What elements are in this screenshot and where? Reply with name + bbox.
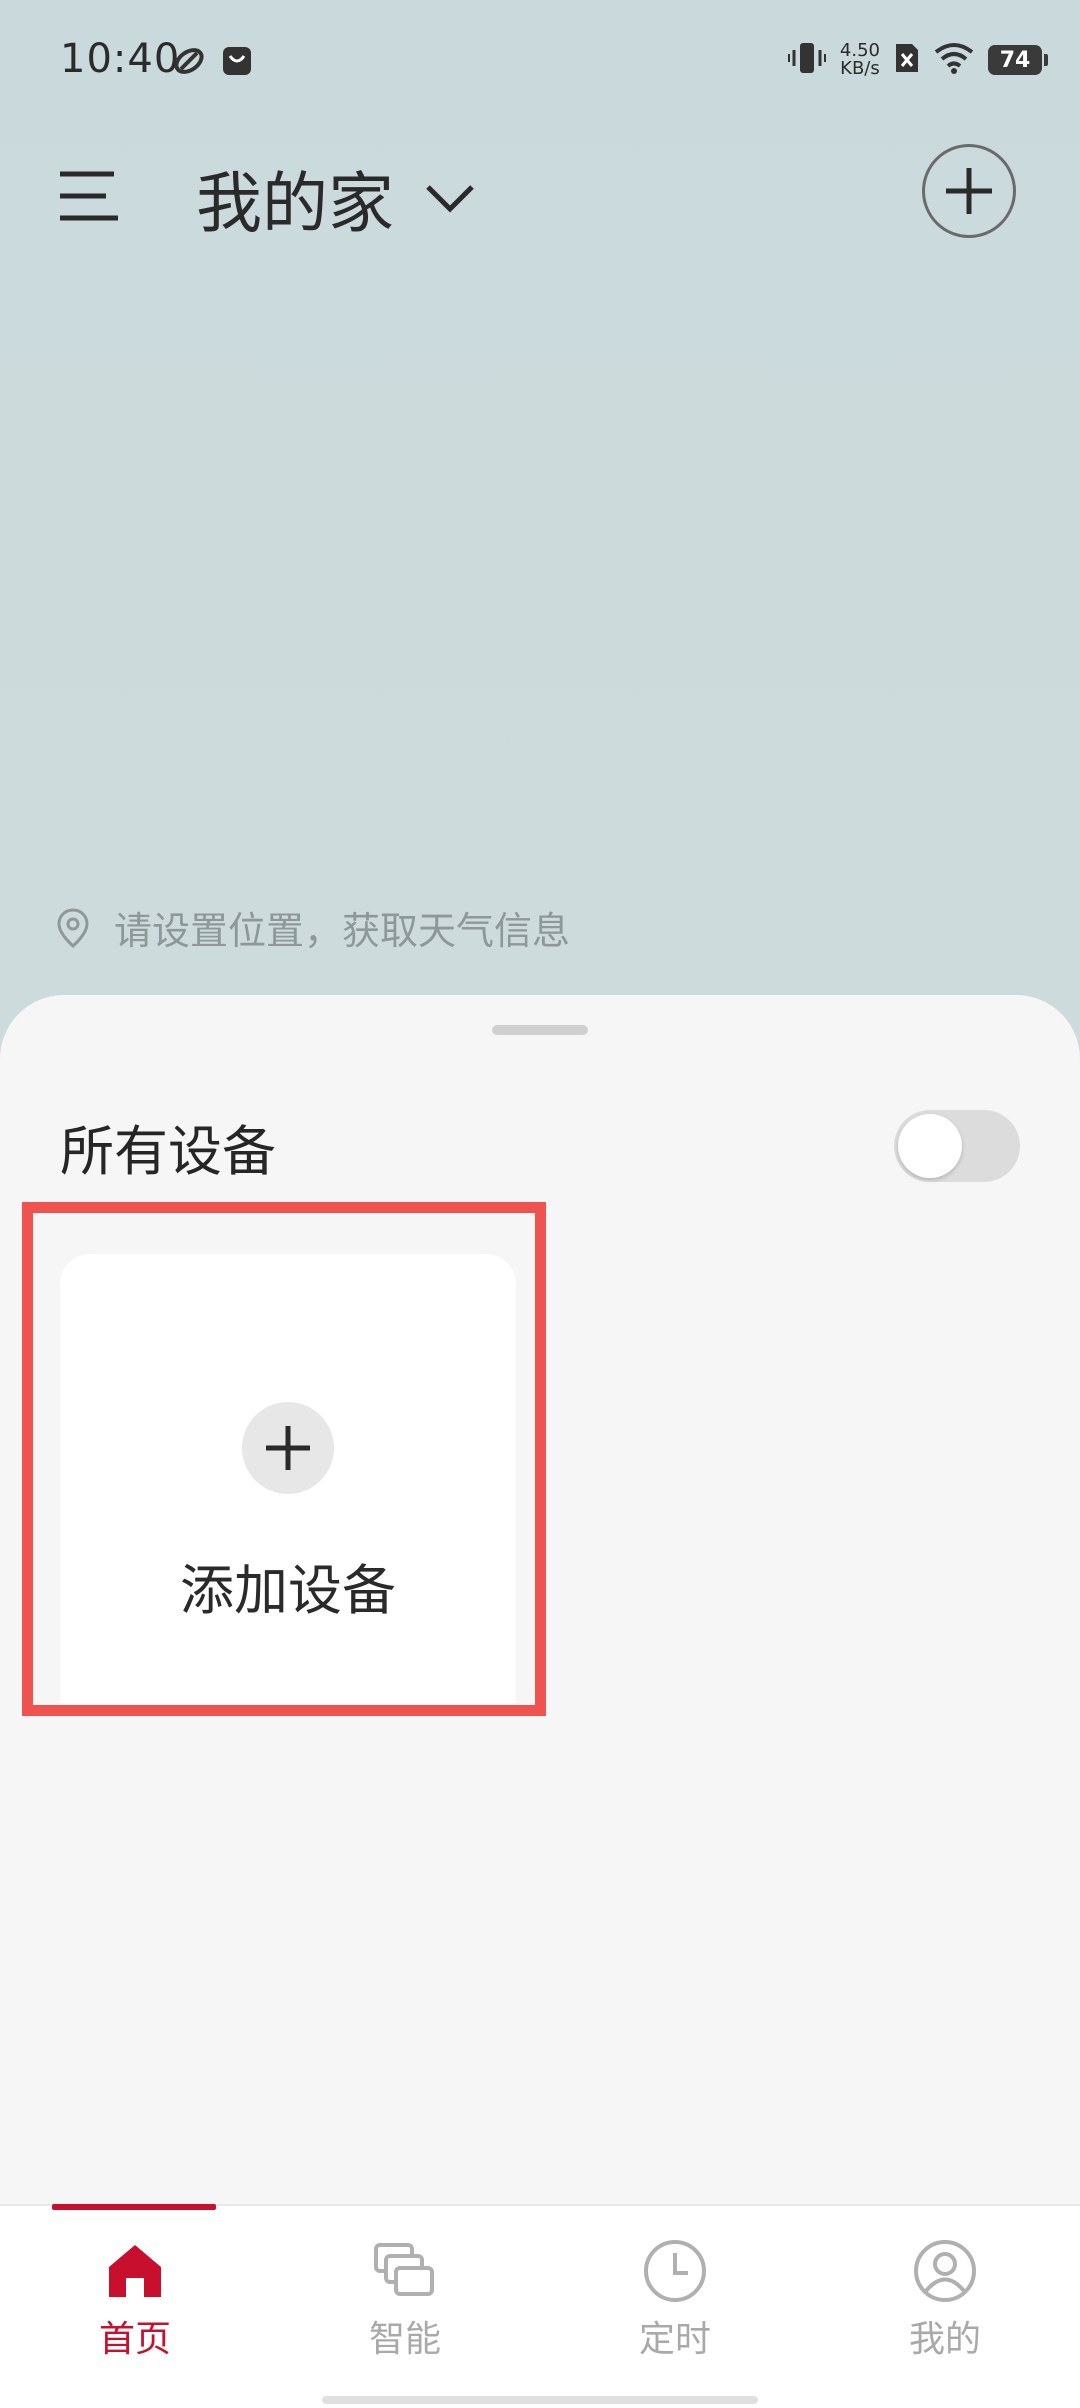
system-home-indicator[interactable]: [322, 2396, 758, 2404]
shopping-bag-icon: [220, 44, 254, 82]
plus-icon: [266, 1426, 310, 1470]
clock-icon: [644, 2240, 706, 2302]
status-bar: 10:40 4.50 KB/s 74: [0, 0, 1080, 120]
chevron-down-icon: [426, 185, 474, 213]
link-app-icon: [172, 44, 206, 82]
home-icon: [109, 2245, 161, 2297]
location-setting[interactable]: 请设置位置，获取天气信息: [56, 900, 570, 955]
bottom-navigation: 首页 智能 定时 我的: [0, 2204, 1080, 2408]
menu-button[interactable]: [56, 168, 122, 224]
all-devices-title: 所有设备: [60, 1120, 276, 1183]
status-right-icons: 4.50 KB/s 74: [787, 40, 1048, 80]
nav-timer-label: 定时: [638, 2319, 711, 2360]
location-pin-icon: [57, 907, 89, 948]
vibrate-icon: [787, 40, 826, 80]
all-devices-toggle[interactable]: [894, 1110, 1020, 1182]
add-device-plus-circle: [242, 1402, 334, 1494]
menu-icon: [60, 171, 118, 221]
nav-timer[interactable]: 定时: [540, 2206, 810, 2396]
network-speed: 4.50 KB/s: [840, 42, 880, 78]
sheet-drag-handle[interactable]: [492, 1025, 588, 1035]
status-notification-icons: [172, 44, 254, 82]
wifi-icon: [934, 42, 974, 78]
add-device-card[interactable]: 添加设备: [60, 1254, 516, 1704]
network-speed-unit: KB/s: [840, 58, 880, 79]
add-button[interactable]: [922, 144, 1016, 238]
home-selector[interactable]: 我的家: [196, 150, 476, 246]
nav-home-label: 首页: [98, 2319, 171, 2360]
plus-icon: [946, 168, 992, 214]
app-screen: 10:40 4.50 KB/s 74 我的家 请设置位置，获取天气信息 所有设备…: [0, 0, 1080, 2408]
battery-indicator: 74: [988, 45, 1048, 75]
status-time: 10:40: [60, 36, 181, 82]
nav-smart-label: 智能: [368, 2319, 441, 2360]
toggle-knob: [898, 1114, 962, 1178]
nav-smart[interactable]: 智能: [270, 2206, 540, 2396]
smart-scenes-icon: [374, 2243, 434, 2296]
add-device-label: 添加设备: [180, 1559, 396, 1622]
no-sim-icon: [894, 42, 920, 78]
nav-home[interactable]: 首页: [0, 2206, 270, 2396]
nav-profile-label: 我的: [908, 2319, 981, 2360]
nav-profile[interactable]: 我的: [810, 2206, 1080, 2396]
home-title: 我的家: [196, 165, 394, 242]
app-header: 我的家: [0, 140, 1080, 250]
profile-icon: [914, 2240, 976, 2302]
location-hint: 请设置位置，获取天气信息: [114, 909, 571, 953]
